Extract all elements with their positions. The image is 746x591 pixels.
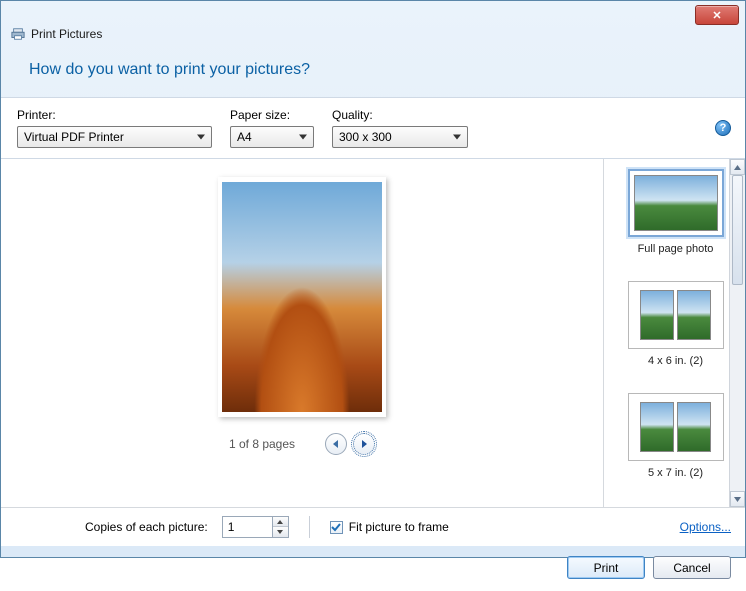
preview-pane: 1 of 8 pages [1, 159, 603, 507]
copies-label: Copies of each picture: [85, 520, 208, 534]
fit-to-frame-checkbox[interactable]: Fit picture to frame [330, 520, 449, 534]
pager-row: 1 of 8 pages [229, 433, 375, 455]
printer-icon [11, 27, 25, 41]
quality-value: 300 x 300 [339, 130, 392, 144]
options-link[interactable]: Options... [680, 520, 731, 534]
layout-thumbnail [628, 281, 724, 349]
pager-text: 1 of 8 pages [229, 437, 295, 451]
copies-down-button[interactable] [273, 527, 288, 537]
options-footer: Copies of each picture: Fit picture to f… [1, 507, 745, 546]
chevron-down-icon [277, 530, 283, 534]
next-page-button[interactable] [353, 433, 375, 455]
layout-thumbnail [628, 393, 724, 461]
layouts-scrollbar[interactable] [729, 159, 745, 507]
layout-option[interactable]: 5 x 7 in. (2) [610, 389, 741, 483]
layout-label: 4 x 6 in. (2) [612, 355, 739, 367]
pager-nav [325, 433, 375, 455]
chevron-up-icon [277, 520, 283, 524]
layouts-pane: Full page photo 4 x 6 in. (2) 5 x 7 in. (2… [603, 159, 745, 507]
action-footer: Print Cancel [1, 546, 745, 591]
chevron-up-icon [734, 164, 741, 171]
fit-to-frame-label: Fit picture to frame [349, 520, 449, 534]
checkmark-icon [331, 522, 341, 532]
close-icon: ✕ [712, 9, 721, 22]
preview-page [218, 177, 386, 417]
quality-control: Quality: 300 x 300 [332, 108, 468, 148]
print-pictures-dialog: ✕ Print Pictures How do you want to prin… [0, 0, 746, 558]
paper-size-dropdown[interactable]: A4 [230, 126, 314, 148]
spinner-buttons [272, 516, 289, 538]
scroll-thumb[interactable] [732, 175, 743, 285]
triangle-left-icon [332, 440, 340, 448]
quality-dropdown[interactable]: 300 x 300 [332, 126, 468, 148]
titlebar: ✕ [1, 1, 745, 25]
triangle-right-icon [360, 440, 368, 448]
copies-input[interactable] [222, 516, 272, 538]
help-icon: ? [720, 122, 727, 134]
copies-spinner [222, 516, 289, 538]
scroll-track[interactable] [730, 175, 745, 491]
layout-label: 5 x 7 in. (2) [612, 467, 739, 479]
scroll-up-button[interactable] [730, 159, 745, 175]
paper-control: Paper size: A4 [230, 108, 314, 148]
controls-bar: Printer: Virtual PDF Printer Paper size:… [1, 97, 745, 159]
printer-label: Printer: [17, 108, 212, 122]
printer-dropdown[interactable]: Virtual PDF Printer [17, 126, 212, 148]
layout-thumbnail [628, 169, 724, 237]
divider [309, 516, 310, 538]
page-heading: How do you want to print your pictures? [1, 47, 745, 97]
cancel-button-label: Cancel [673, 561, 710, 575]
title-row: Print Pictures [1, 25, 745, 47]
body: 1 of 8 pages Full page photo 4 x 6 in. (2… [1, 159, 745, 507]
prev-page-button[interactable] [325, 433, 347, 455]
paper-size-label: Paper size: [230, 108, 314, 122]
layout-option[interactable]: Full page photo [610, 165, 741, 259]
preview-photo [222, 182, 382, 412]
cancel-button[interactable]: Cancel [653, 556, 731, 579]
help-button[interactable]: ? [715, 120, 731, 136]
layout-label: Full page photo [612, 243, 739, 255]
printer-control: Printer: Virtual PDF Printer [17, 108, 212, 148]
printer-value: Virtual PDF Printer [24, 130, 124, 144]
chevron-down-icon [734, 496, 741, 503]
checkbox-box [330, 521, 343, 534]
print-button-label: Print [594, 561, 619, 575]
paper-size-value: A4 [237, 130, 252, 144]
copies-up-button[interactable] [273, 517, 288, 527]
close-button[interactable]: ✕ [695, 5, 739, 25]
quality-label: Quality: [332, 108, 468, 122]
print-button[interactable]: Print [567, 556, 645, 579]
scroll-down-button[interactable] [730, 491, 745, 507]
window-title: Print Pictures [31, 27, 102, 41]
layout-option[interactable]: 4 x 6 in. (2) [610, 277, 741, 371]
